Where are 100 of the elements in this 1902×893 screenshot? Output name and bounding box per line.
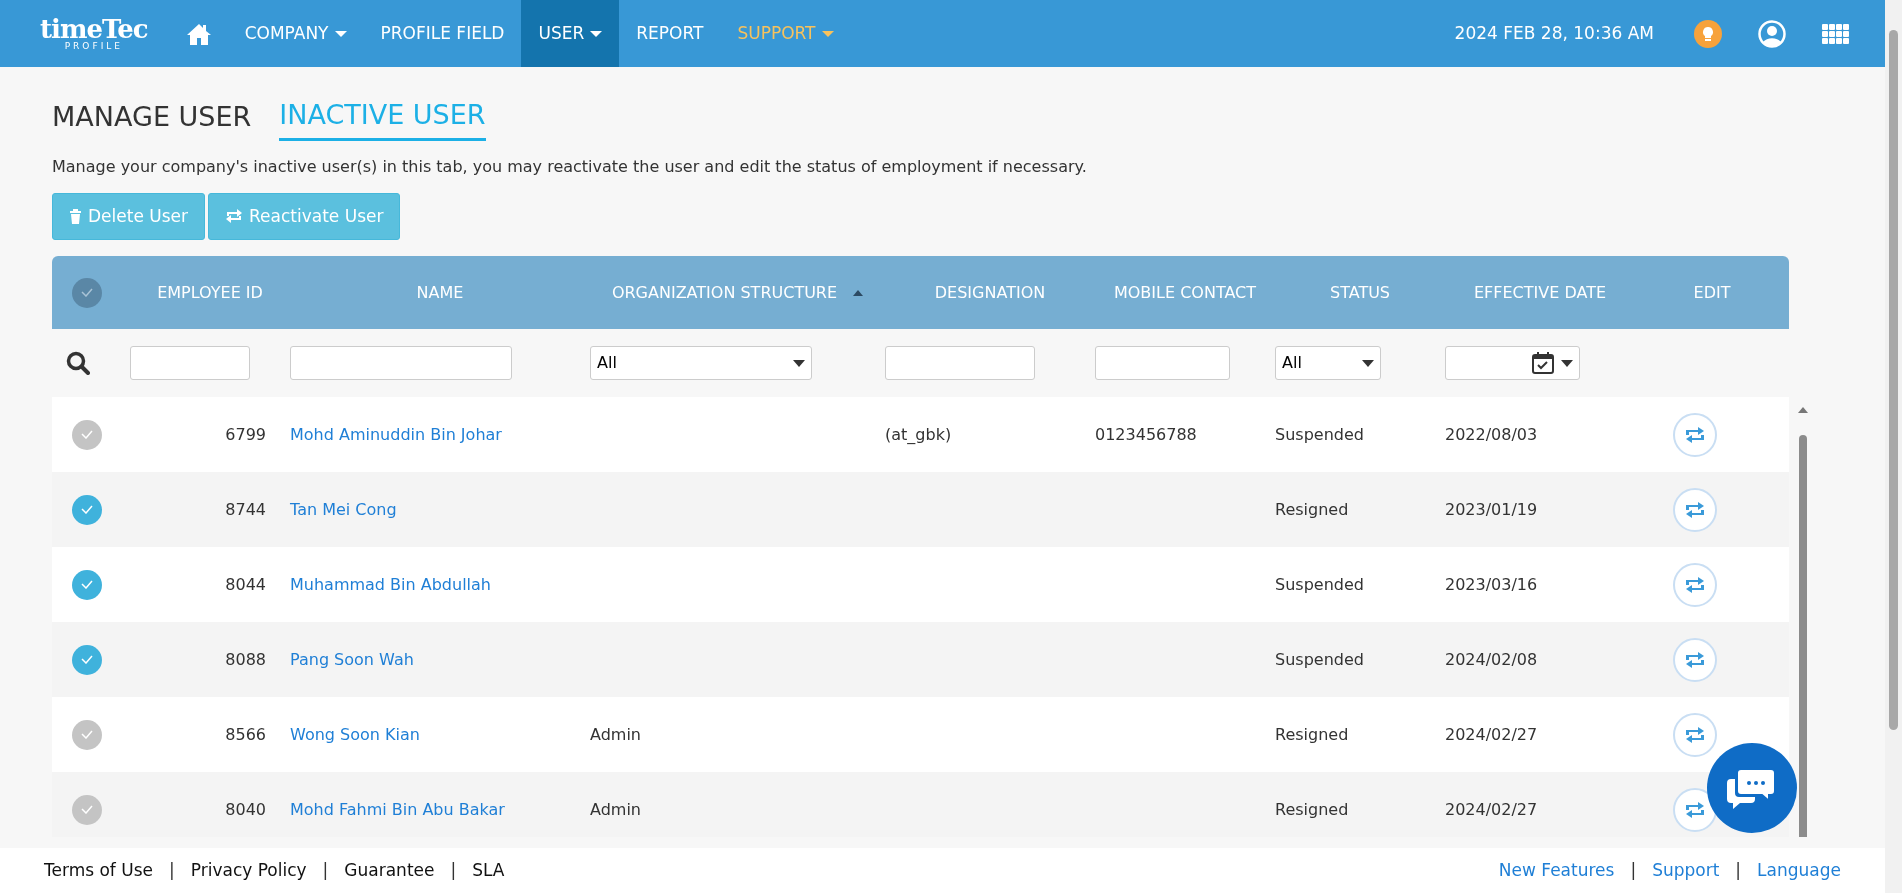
table-cell: 8040 <box>225 799 266 819</box>
search-icon <box>66 351 90 375</box>
reactivate-user-button[interactable]: Reactivate User <box>208 192 401 240</box>
check-icon <box>81 580 93 589</box>
footer-link[interactable]: Guarantee <box>344 857 435 884</box>
filter-field[interactable] <box>885 346 1035 380</box>
nav-menu-item[interactable]: COMPANY <box>227 0 364 67</box>
separator-text: | <box>169 858 175 882</box>
chat-bubbles-icon <box>1727 767 1777 809</box>
date-time: 2024 FEB 28, 10:36 AM <box>1454 21 1654 45</box>
logo-subtitle: PROFILE <box>64 42 123 51</box>
date-filter-field[interactable] <box>1445 346 1580 380</box>
filter-dropdown[interactable]: All <box>1275 346 1381 380</box>
table-cell: Resigned <box>1275 799 1349 819</box>
table-cell: Resigned <box>1275 499 1349 519</box>
lightbulb-icon[interactable] <box>1694 19 1722 48</box>
reactivate-button[interactable] <box>1673 787 1717 832</box>
reactivate-button[interactable] <box>1673 487 1717 532</box>
trash-icon <box>69 208 82 224</box>
nav-menu-item[interactable]: SUPPORT <box>720 0 851 67</box>
repeat-icon <box>225 209 243 224</box>
table-cell: 2024/02/27 <box>1445 799 1538 819</box>
user-name-link[interactable]: Muhammad Bin Abdullah <box>290 574 491 594</box>
user-name-link[interactable]: Mohd Fahmi Bin Abu Bakar <box>290 799 505 819</box>
table-cell: 2022/08/03 <box>1445 424 1538 444</box>
row-checkbox[interactable] <box>72 569 102 600</box>
separator-text: | <box>450 858 457 882</box>
home-icon <box>186 22 211 45</box>
separator-text: | <box>1735 858 1742 882</box>
tab[interactable]: MANAGE USER <box>52 95 252 141</box>
column-header[interactable]: NAME <box>416 280 464 305</box>
reactivate-button[interactable] <box>1673 562 1717 607</box>
table-cell: 2023/03/16 <box>1445 574 1538 594</box>
footer-link[interactable]: Terms of Use <box>44 857 153 884</box>
nav-menu-item[interactable]: USER <box>521 0 620 67</box>
repeat-icon <box>1684 801 1706 818</box>
column-header[interactable]: ORGANIZATION STRUCTURE <box>611 280 838 305</box>
filter-field[interactable] <box>290 346 512 380</box>
table-cell: 8088 <box>225 649 266 669</box>
sort-up-icon[interactable] <box>853 289 864 296</box>
user-name-link[interactable]: Wong Soon Kian <box>290 724 420 744</box>
check-icon <box>81 430 93 439</box>
column-header[interactable]: MOBILE CONTACT <box>1113 280 1257 305</box>
repeat-icon <box>1684 726 1706 743</box>
row-checkbox[interactable] <box>72 719 102 750</box>
reactivate-button[interactable] <box>1673 412 1717 457</box>
row-checkbox[interactable] <box>72 494 102 525</box>
table-scrollbar[interactable] <box>1797 405 1809 837</box>
footer-link[interactable]: Support <box>1652 857 1720 884</box>
footer-link[interactable]: SLA <box>472 857 505 884</box>
column-header[interactable]: STATUS <box>1330 280 1390 305</box>
user-name-link[interactable]: Mohd Aminuddin Bin Johar <box>290 424 502 444</box>
user-name-link[interactable]: Pang Soon Wah <box>290 649 414 669</box>
repeat-icon <box>1684 426 1706 443</box>
row-checkbox[interactable] <box>72 644 102 675</box>
table-cell: 6799 <box>225 424 266 444</box>
column-header[interactable]: DESIGNATION <box>934 280 1046 305</box>
filter-field[interactable] <box>130 346 250 380</box>
footer-link[interactable]: Privacy Policy <box>190 857 307 884</box>
table-cell: 2023/01/19 <box>1445 499 1538 519</box>
delete-user-button[interactable]: Delete User <box>52 192 205 240</box>
column-header[interactable]: EMPLOYEE ID <box>157 280 263 305</box>
table-cell: Suspended <box>1275 574 1364 594</box>
page-scrollbar[interactable] <box>1885 0 1902 893</box>
select-all-checkbox[interactable] <box>72 277 102 308</box>
filter-field[interactable] <box>1095 346 1230 380</box>
caret-icon <box>1561 359 1573 367</box>
check-icon <box>81 730 93 739</box>
footer-link[interactable]: Language <box>1757 857 1841 884</box>
table-cell: 8566 <box>225 724 266 744</box>
description-text: Manage your company's inactive user(s) in this tab, you may reactivate the user and edit the status of employment if necessary. <box>52 155 1088 178</box>
apps-grid-icon[interactable] <box>1822 23 1849 44</box>
table-cell: Suspended <box>1275 649 1364 669</box>
user-name-link[interactable]: Tan Mei Cong <box>290 499 397 519</box>
check-icon <box>81 805 93 814</box>
table-cell: 8044 <box>225 574 266 594</box>
table-cell: Suspended <box>1275 424 1364 444</box>
separator-text: | <box>322 858 329 882</box>
repeat-icon <box>1684 576 1706 593</box>
nav-menu-item[interactable]: REPORT <box>619 0 721 67</box>
separator-text: | <box>1630 858 1637 882</box>
footer-link[interactable]: New Features <box>1498 857 1615 884</box>
table-cell: (at_gbk) <box>885 424 952 444</box>
filter-dropdown[interactable]: All <box>590 346 812 380</box>
repeat-icon <box>1684 651 1706 668</box>
table-cell: Admin <box>590 799 641 819</box>
table-cell: 2024/02/08 <box>1445 649 1538 669</box>
user-icon[interactable] <box>1758 19 1786 48</box>
row-checkbox[interactable] <box>72 794 102 825</box>
reactivate-button[interactable] <box>1673 712 1717 757</box>
row-checkbox[interactable] <box>72 419 102 450</box>
table-cell: Resigned <box>1275 724 1349 744</box>
table-cell: 2024/02/27 <box>1445 724 1538 744</box>
column-header[interactable]: EDIT <box>1693 280 1731 305</box>
nav-menu-item[interactable]: PROFILE FIELD <box>363 0 522 67</box>
check-icon <box>81 655 93 664</box>
repeat-icon <box>1684 501 1706 518</box>
column-header[interactable]: EFFECTIVE DATE <box>1473 280 1607 305</box>
tab[interactable]: INACTIVE USER <box>279 95 486 141</box>
reactivate-button[interactable] <box>1673 637 1717 682</box>
